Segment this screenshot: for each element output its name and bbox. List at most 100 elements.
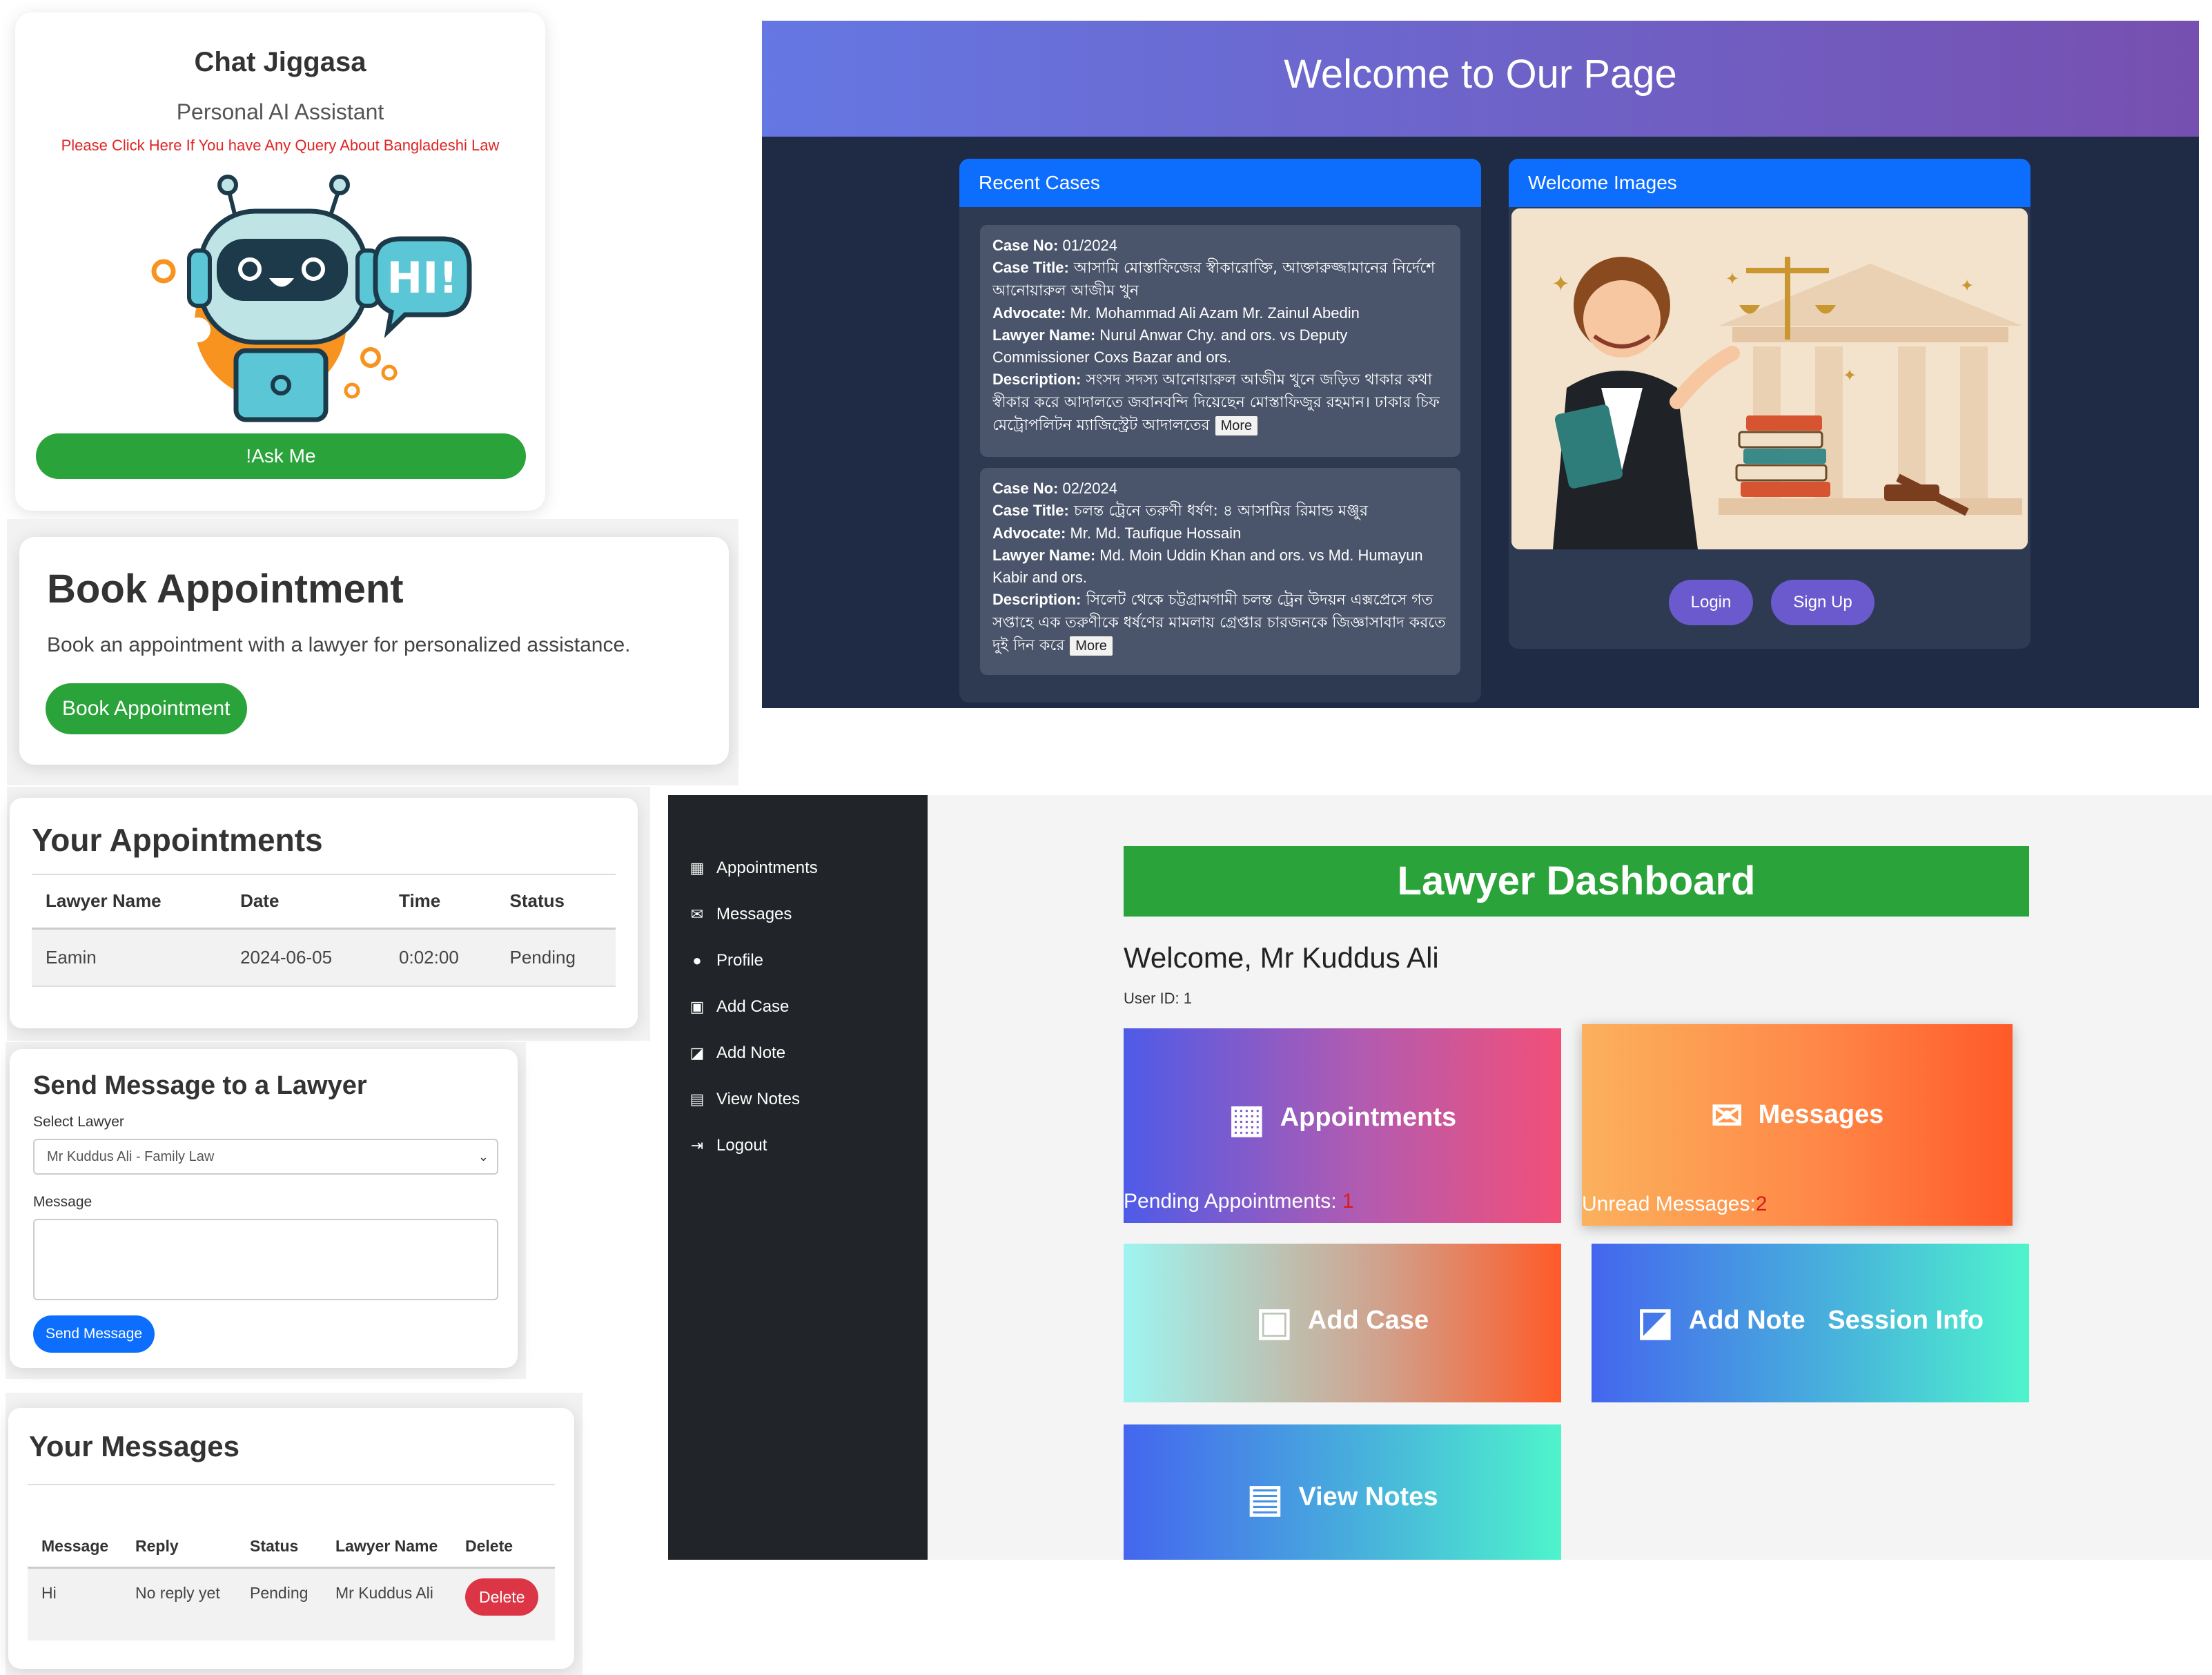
unread-label: Unread Messages: <box>1582 1193 1756 1215</box>
note-icon: ◪ <box>689 1044 705 1061</box>
send-message-card: Send Message to a Lawyer Select Lawyer M… <box>10 1049 518 1368</box>
tile-label: Messages <box>1758 1100 1884 1130</box>
sidebar: ▦ Appointments ✉ Messages ● Profile ▣ Add Ca… <box>668 795 928 1560</box>
book-icon: ▤ <box>1246 1476 1284 1520</box>
tile-label: Appointments <box>1280 1103 1457 1133</box>
login-button[interactable]: Login <box>1669 580 1753 625</box>
calendar-icon: ▦ <box>689 859 705 876</box>
welcome-header: Welcome to Our Page <box>762 21 2199 137</box>
lawyer-cell: Mr Kuddus Ali <box>322 1567 451 1640</box>
lawyer-select-value: Mr Kuddus Ali - Family Law <box>47 1149 215 1164</box>
book-appointment-button[interactable]: Book Appointment <box>46 683 247 734</box>
sidebar-item-label: Appointments <box>716 859 818 877</box>
status-cell: Pending <box>496 928 616 987</box>
sidebar-item-logout[interactable]: ⇥ Logout <box>687 1133 767 1158</box>
description-label: Description: <box>992 591 1081 608</box>
select-lawyer-label: Select Lawyer <box>33 1114 124 1130</box>
case-title: চলন্ত ট্রেনে তরুণী ধর্ষণ: ৪ আসামির রিমান… <box>1068 502 1369 520</box>
bubble-text: HI! <box>386 253 458 303</box>
welcome-images-heading: Welcome Images <box>1509 159 2030 207</box>
lawyer-dashboard: ▦ Appointments ✉ Messages ● Profile ▣ Add Ca… <box>668 795 2212 1560</box>
recent-cases-panel: Recent Cases Case No: 01/2024 Case Title… <box>959 159 1481 703</box>
table-row: Eamin 2024-06-05 0:02:00 Pending <box>32 928 616 987</box>
status-cell: Pending <box>236 1567 322 1640</box>
appointments-tile[interactable]: ▦ Appointments Pending Appointments: 1 <box>1124 1028 1561 1223</box>
case-title-label: Case Title: <box>992 259 1069 276</box>
time-cell: 0:02:00 <box>385 928 496 987</box>
svg-text:✦: ✦ <box>1725 269 1739 288</box>
ask-me-button[interactable]: !Ask Me <box>36 433 526 479</box>
lawyer-name-label: Lawyer Name: <box>992 326 1096 344</box>
appointments-title: Your Appointments <box>32 822 323 858</box>
table-row: Hi No reply yet Pending Mr Kuddus Ali De… <box>28 1567 555 1640</box>
sidebar-item-label: Profile <box>716 951 764 970</box>
view-notes-tile[interactable]: ▤ View Notes <box>1124 1424 1561 1560</box>
tile-label: View Notes <box>1298 1482 1438 1512</box>
column-header: Lawyer Name <box>322 1484 451 1569</box>
lawyer-select[interactable]: Mr Kuddus Ali - Family Law ⌄ <box>33 1139 498 1175</box>
signup-button[interactable]: Sign Up <box>1771 580 1875 625</box>
more-button[interactable]: More <box>1214 415 1259 436</box>
messages-tile[interactable]: ✉ Messages Unread Messages:2 <box>1582 1024 2013 1226</box>
sidebar-item-label: Add Note <box>716 1044 786 1062</box>
case-title-label: Case Title: <box>992 502 1069 519</box>
envelope-icon: ✉ <box>690 905 704 923</box>
robot-illustration: HI! <box>151 175 472 422</box>
sidebar-item-view-notes[interactable]: ▤ View Notes <box>687 1087 800 1112</box>
chat-query-link[interactable]: Please Click Here If You have Any Query … <box>15 137 545 155</box>
chat-subtitle: Personal AI Assistant <box>176 99 384 124</box>
svg-text:✦: ✦ <box>1843 366 1857 385</box>
tile-label: Add Case <box>1307 1306 1429 1335</box>
send-message-button[interactable]: Send Message <box>33 1315 155 1353</box>
lawyer-name-label: Lawyer Name: <box>992 547 1096 564</box>
column-header: Delete <box>451 1484 555 1569</box>
unread-messages: Unread Messages:2 <box>1582 1193 1767 1216</box>
sidebar-item-messages[interactable]: ✉ Messages <box>687 902 792 927</box>
advocate: Mr. Mohammad Ali Azam Mr. Zainul Abedin <box>1066 304 1360 322</box>
column-header: Reply <box>121 1484 236 1569</box>
add-case-tile[interactable]: ▣ Add Case <box>1124 1244 1561 1402</box>
delete-button[interactable]: Delete <box>465 1578 539 1616</box>
send-message-title: Send Message to a Lawyer <box>33 1071 367 1100</box>
column-header: Status <box>236 1484 322 1569</box>
sidebar-item-label: Messages <box>716 905 792 923</box>
reply-cell: No reply yet <box>121 1567 236 1640</box>
column-header: Lawyer Name <box>32 874 227 930</box>
note-icon: ◪ <box>1636 1300 1674 1343</box>
user-icon: ● <box>692 952 702 969</box>
recent-cases-heading: Recent Cases <box>959 159 1481 207</box>
lawyer-illustration: ✦ ✦ ✦ ✦ <box>1511 208 2028 549</box>
advocate-label: Advocate: <box>992 525 1066 542</box>
more-button[interactable]: More <box>1069 636 1113 656</box>
column-header: Status <box>496 874 616 930</box>
welcome-title: Welcome to Our Page <box>1284 52 1677 97</box>
session-info-link[interactable]: Session Info <box>1828 1306 1984 1335</box>
chevron-down-icon: ⌄ <box>478 1150 489 1164</box>
welcome-page: Welcome to Our Page Recent Cases Case No… <box>762 21 2199 708</box>
sidebar-item-label: Logout <box>716 1136 767 1155</box>
envelope-icon: ✉ <box>1710 1094 1743 1137</box>
pending-count: 1 <box>1342 1190 1354 1213</box>
your-appointments-card: Your Appointments Lawyer Name Date Time … <box>10 798 638 1028</box>
date-cell: 2024-06-05 <box>226 928 386 987</box>
logout-icon: ⇥ <box>690 1137 704 1154</box>
calendar-icon: ▦ <box>1228 1097 1265 1140</box>
chat-title: Chat Jiggasa <box>194 47 366 77</box>
sidebar-item-appointments[interactable]: ▦ Appointments <box>687 856 818 881</box>
add-note-tile[interactable]: ◪ Add Note Session Info <box>1592 1244 2029 1402</box>
sidebar-item-label: View Notes <box>716 1090 800 1108</box>
advocate: Mr. Md. Taufique Hossain <box>1066 525 1242 542</box>
message-label: Message <box>33 1194 92 1210</box>
sidebar-item-profile[interactable]: ● Profile <box>687 948 763 973</box>
dashboard-title: Lawyer Dashboard <box>1124 846 2029 917</box>
briefcase-icon: ▣ <box>1255 1300 1293 1343</box>
welcome-images-panel: Welcome Images ✦ ✦ ✦ ✦ Login Sign Up <box>1509 159 2030 649</box>
case-card: Case No: 01/2024 Case Title: আসামি মোস্ত… <box>980 225 1460 457</box>
delete-cell: Delete <box>451 1567 555 1640</box>
sidebar-item-add-note[interactable]: ◪ Add Note <box>687 1041 785 1066</box>
appointments-table: Lawyer Name Date Time Status Eamin 2024-… <box>32 874 616 987</box>
sidebar-item-add-case[interactable]: ▣ Add Case <box>687 995 790 1019</box>
sidebar-item-label: Add Case <box>716 997 790 1016</box>
column-header: Date <box>226 874 386 930</box>
message-textarea[interactable] <box>33 1219 498 1300</box>
